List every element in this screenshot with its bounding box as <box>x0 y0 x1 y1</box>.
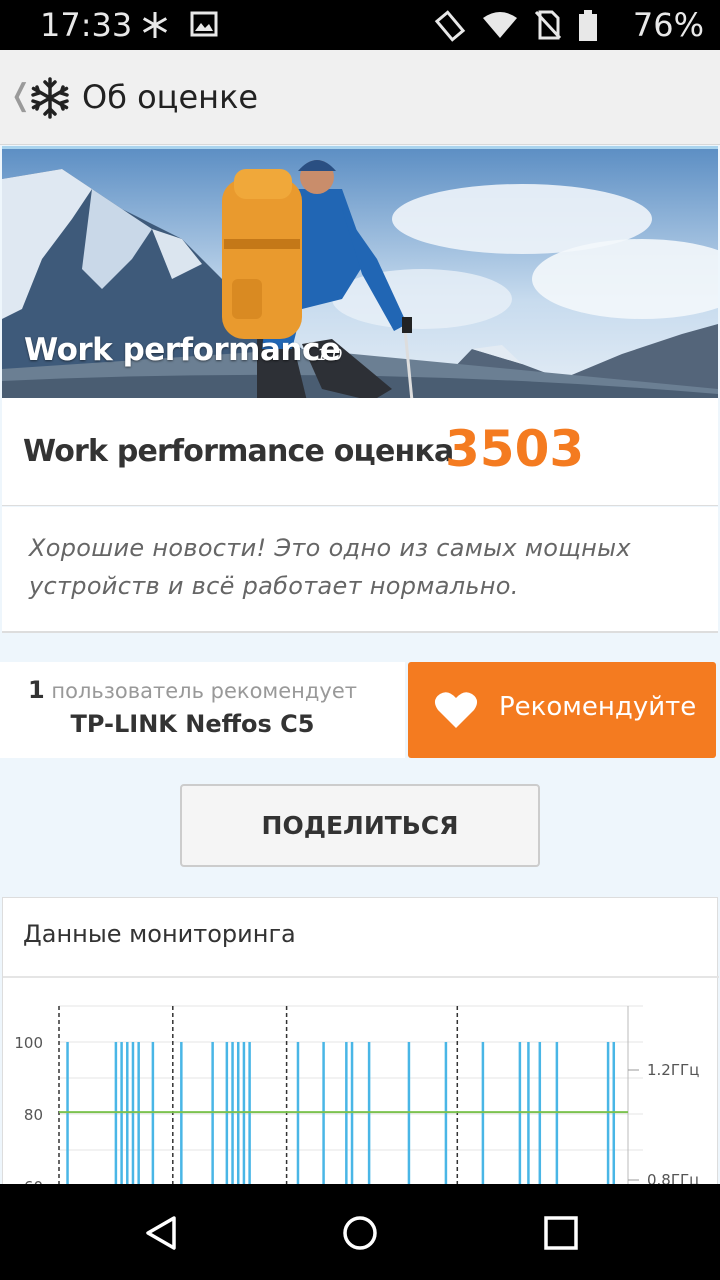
recommend-button-label: Рекомендуйте <box>499 692 697 722</box>
home-icon[interactable] <box>341 1214 379 1256</box>
monitoring-chart: 100 80 60 1.2ГГц 0.8ГГц <box>3 978 719 1188</box>
status-bar: 17:33 76% <box>0 0 720 50</box>
battery-percent: 76% <box>632 6 704 44</box>
result-message: Хорошие новости! Это одно из самых мощны… <box>29 534 631 600</box>
heart-icon <box>434 690 478 734</box>
y-tick-100: 100 <box>14 1034 43 1052</box>
score-value: 3503 <box>445 420 585 478</box>
page-title: Об оценке <box>82 78 259 116</box>
navigation-bar <box>0 1184 720 1280</box>
benchmark-version: 1.0 <box>317 345 343 364</box>
recommend-count: 1 <box>27 676 45 704</box>
recommend-summary: 1 пользователь рекомендует <box>0 676 385 704</box>
device-name: TP-LINK Neffos C5 <box>70 710 315 738</box>
benchmark-title: Work performance <box>24 332 341 368</box>
hero-banner: Work performance 1.0 <box>2 146 718 398</box>
app-bar: ❬ Об оценке <box>0 50 720 145</box>
recommend-text: пользователь рекомендует <box>51 679 358 703</box>
y-tick-80: 80 <box>24 1106 43 1124</box>
y-tick-1-2ghz: 1.2ГГц <box>647 1061 699 1079</box>
status-time: 17:33 <box>40 6 133 44</box>
score-label: Work performance оценка <box>23 434 454 469</box>
result-message-card: Хорошие новости! Это одно из самых мощны… <box>2 507 718 633</box>
share-button[interactable]: ПОДЕЛИТЬСЯ <box>180 784 540 867</box>
rotate-icon <box>434 10 468 46</box>
recommend-button[interactable]: Рекомендуйте <box>408 662 716 758</box>
monitoring-card: Данные мониторинга 100 80 60 1.2ГГц 0.8Г… <box>2 897 719 1188</box>
score-card: Work performance оценка 3503 <box>2 398 718 506</box>
snowflake-icon <box>140 10 170 44</box>
back-icon[interactable] <box>142 1214 180 1256</box>
monitoring-title: Данные мониторинга <box>23 920 296 948</box>
monitoring-chart-svg: 100 80 60 1.2ГГц 0.8ГГц <box>14 1005 699 1188</box>
recommend-info: 1 пользователь рекомендует TP-LINK Neffo… <box>0 662 405 758</box>
recents-icon[interactable] <box>542 1214 580 1256</box>
app-logo-icon[interactable] <box>28 76 72 124</box>
image-icon <box>190 10 218 42</box>
battery-icon <box>578 10 598 46</box>
recommend-row: 1 пользователь рекомендует TP-LINK Neffo… <box>0 662 720 758</box>
no-sim-icon <box>534 10 562 44</box>
wifi-icon <box>482 10 518 44</box>
